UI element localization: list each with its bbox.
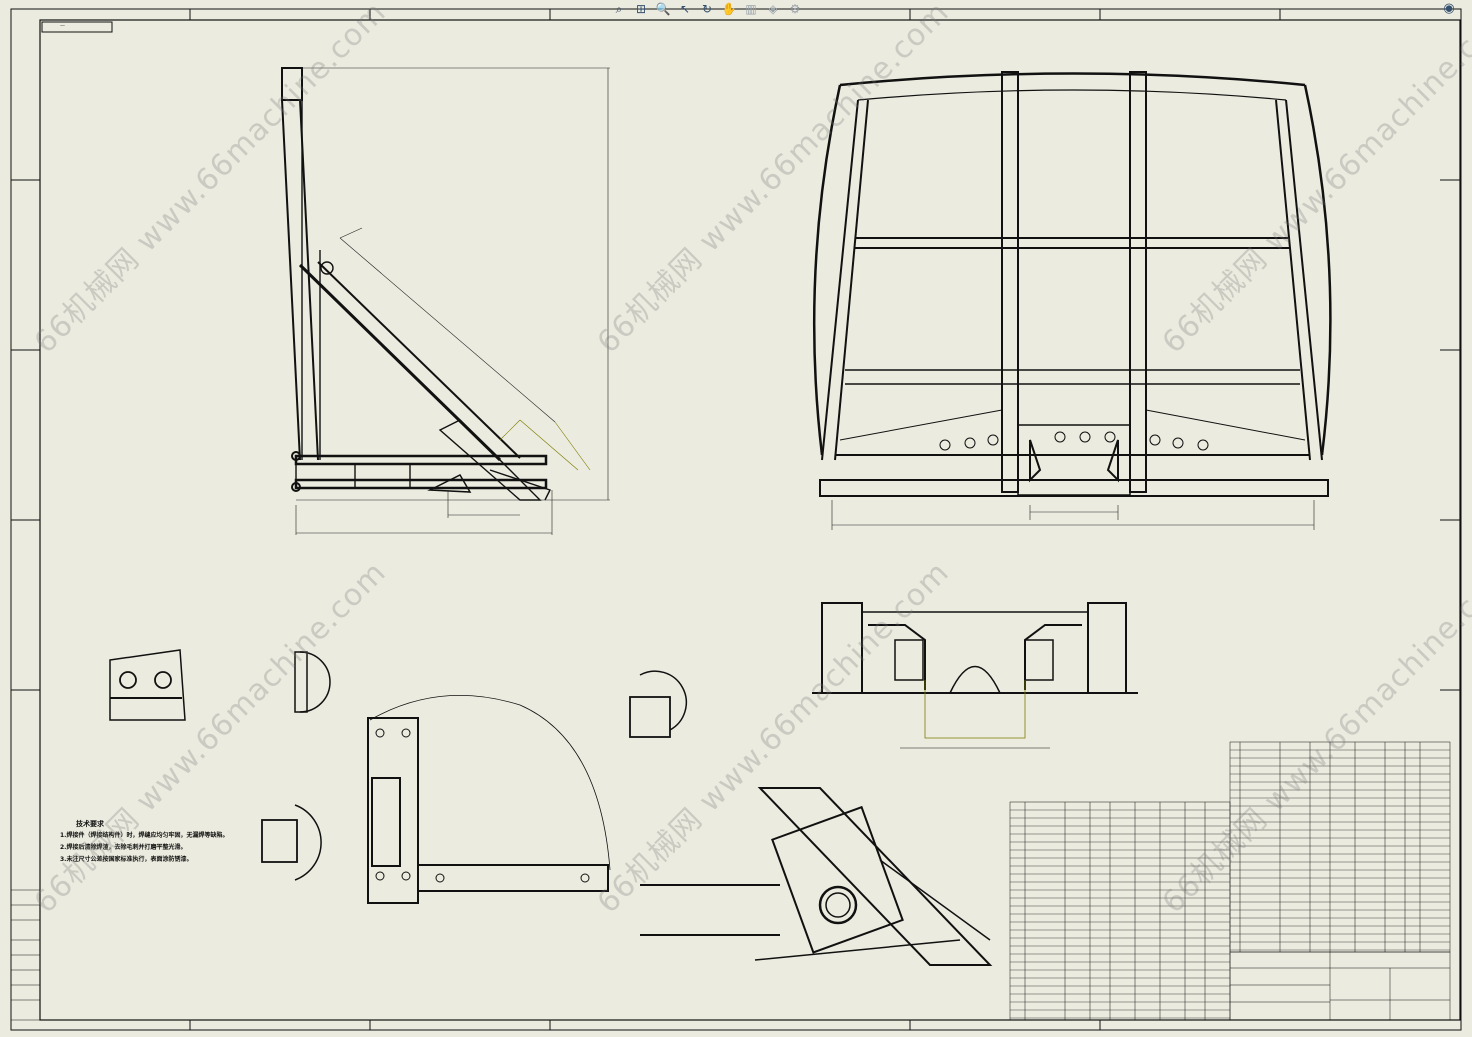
select-icon[interactable]: ↖ xyxy=(676,1,694,17)
zoom-area-icon[interactable]: ⊞ xyxy=(632,1,650,17)
zoom-to-fit-icon[interactable]: ⌕ xyxy=(610,1,628,17)
rotate-icon[interactable]: ↻ xyxy=(698,1,716,17)
display-style-icon[interactable]: ▥ xyxy=(742,1,760,17)
side-view xyxy=(281,67,551,501)
hinge-view xyxy=(640,787,993,966)
front-view xyxy=(812,71,1332,497)
drawing-canvas xyxy=(10,8,1462,1031)
view-orientation-icon[interactable]: ◈ xyxy=(764,1,782,17)
zoom-icon[interactable]: 🔍 xyxy=(654,1,672,17)
bom-table xyxy=(10,741,1451,1021)
view-toolbar: ⌕ ⊞ 🔍 ↖ ↻ ✋ ▥ ◈ ⚙ xyxy=(610,0,804,18)
notes-title: 技术要求 xyxy=(76,820,104,828)
hide-show-icon[interactable]: ⚙ xyxy=(786,1,804,17)
note-line: 2.焊接后清除焊渣，去除毛刺并打磨平整光滑。 xyxy=(60,844,187,851)
section-view xyxy=(812,602,1138,749)
drawing-sheet xyxy=(0,0,1472,1033)
note-line: 1.焊接件（焊接结构件）时，焊缝应均匀牢固，无漏焊等缺陷。 xyxy=(60,832,229,839)
technical-notes: 技术要求 1.焊接件（焊接结构件）时，焊缝应均匀牢固，无漏焊等缺陷。 2.焊接后清… xyxy=(60,818,320,866)
sheet-label: — xyxy=(60,23,65,29)
note-line: 3.未注尺寸公差按国家标准执行，表面涂防锈漆。 xyxy=(60,856,193,863)
pan-icon[interactable]: ✋ xyxy=(720,1,738,17)
plate-view xyxy=(367,694,611,904)
view-settings-icon[interactable]: ◉ xyxy=(1440,0,1458,16)
